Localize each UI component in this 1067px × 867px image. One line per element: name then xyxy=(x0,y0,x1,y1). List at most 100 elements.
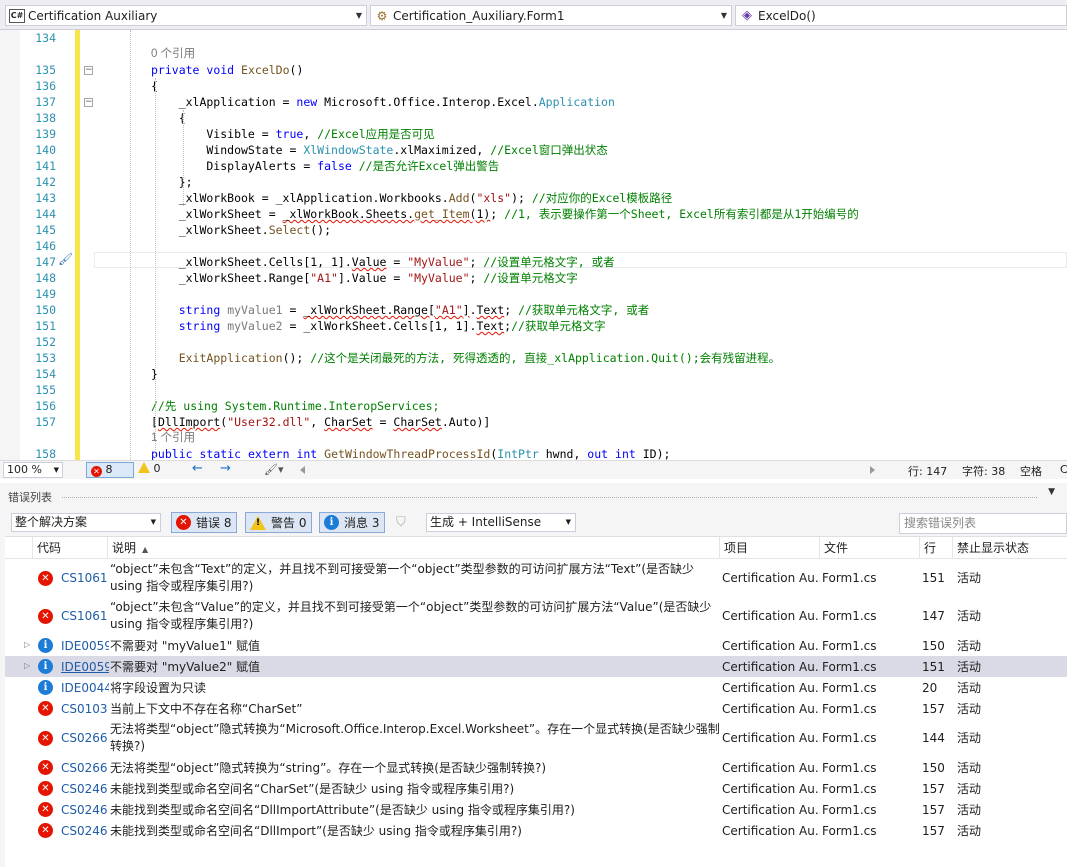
code-line: Visible = true, //Excel应用是否可见 xyxy=(151,127,435,141)
codelens-references[interactable]: 0 个引用 xyxy=(151,46,195,62)
error-list-row[interactable]: ✕ CS0246 未能找到类型或命名空间名“DllImport”(是否缺少 usin… xyxy=(5,820,1067,841)
error-description: 无法将类型“object”隐式转换为“string”。存在一个显式转换(是否缺少… xyxy=(110,760,547,775)
column-header-line[interactable]: 行 xyxy=(919,537,952,559)
code-line: _xlWorkBook = _xlApplication.Workbooks.A… xyxy=(151,191,673,205)
zoom-combo[interactable]: 100 % ▼ xyxy=(3,462,63,478)
whitespace-mode[interactable]: 空格 xyxy=(1020,463,1042,479)
title-divider xyxy=(62,497,1037,498)
error-code-link[interactable]: IDE0044 xyxy=(61,680,109,696)
error-code-link[interactable]: CS1061 xyxy=(61,570,109,586)
outlining-margin[interactable] xyxy=(78,30,94,460)
column-header-file[interactable]: 文件 xyxy=(819,537,919,559)
indent-guide xyxy=(130,30,131,460)
error-project: Certification Au... xyxy=(722,638,820,653)
codelens-references[interactable]: 1 个引用 xyxy=(151,430,195,446)
code-line: _xlWorkSheet.Cells[1, 1].Value = "MyValu… xyxy=(151,255,615,269)
line-number: 138 xyxy=(35,111,56,125)
error-icon: ✕ xyxy=(38,730,53,746)
messages-filter-label: 消息 3 xyxy=(344,516,380,530)
error-code-link[interactable]: IDE0059 xyxy=(61,659,109,675)
error-list-row[interactable]: ✕ CS1061 “object”未包含“Text”的定义，并且找不到可接受第一个“… xyxy=(5,559,1067,597)
filter-funnel-icon[interactable]: ⛉ xyxy=(396,515,406,530)
error-code-link[interactable]: CS0266 xyxy=(61,730,109,746)
error-list-row[interactable]: ✕ CS1061 “object”未包含“Value”的定义，并且找不到可接受第一个… xyxy=(5,597,1067,635)
error-code-link[interactable]: CS1061 xyxy=(61,608,109,624)
warning-icon xyxy=(138,462,150,473)
chevron-down-icon[interactable]: ▼ xyxy=(566,514,571,531)
column-header-suppression-state[interactable]: 禁止显示状态 xyxy=(952,537,1067,559)
collapse-region-icon[interactable]: − xyxy=(84,66,93,75)
error-project: Certification Au... xyxy=(722,823,820,838)
scroll-left-icon[interactable] xyxy=(300,466,305,474)
chevron-down-icon[interactable]: ▼ xyxy=(352,11,366,20)
error-description: 未能找到类型或命名空间名“CharSet”(是否缺少 using 指令或程序集引… xyxy=(110,781,515,796)
horizontal-scrollbar[interactable] xyxy=(300,466,875,474)
line-number: 143 xyxy=(35,191,56,205)
error-list-row[interactable]: ▷ i IDE0059 不需要对 "myValue2" 赋值 Certification… xyxy=(5,656,1067,677)
column-header-project[interactable]: 项目 xyxy=(719,537,819,559)
error-code-link[interactable]: CS0103 xyxy=(61,701,109,717)
error-list-row[interactable]: ✕ CS0266 无法将类型“object”隐式转换为“Microsoft.Offi… xyxy=(5,719,1067,757)
member-combo-text: ExcelDo() xyxy=(758,8,816,23)
error-list-row[interactable]: ✕ CS0266 无法将类型“object”隐式转换为“string”。存在一个显式… xyxy=(5,757,1067,778)
line-number: 154 xyxy=(35,367,56,381)
code-cleanup-brush-icon[interactable]: 🖌▾ xyxy=(264,463,284,476)
project-combo[interactable]: C# Certification Auxiliary ▼ xyxy=(5,5,367,26)
class-combo[interactable]: ⚙ Certification_Auxiliary.Form1 ▼ xyxy=(370,5,732,26)
error-list-row[interactable]: ✕ CS0103 当前上下文中不存在名称“CharSet” Certification… xyxy=(5,698,1067,719)
member-combo[interactable]: ◈ ExcelDo() xyxy=(735,5,1067,26)
line-ending-mode[interactable]: C xyxy=(1060,463,1067,476)
navigate-back-icon[interactable]: ← xyxy=(192,461,203,476)
chevron-down-icon[interactable]: ▼ xyxy=(54,463,59,477)
scope-combo[interactable]: 整个解决方案 ▼ xyxy=(11,513,161,532)
warnings-filter-button[interactable]: 警告 0 xyxy=(245,512,313,533)
chevron-down-icon[interactable]: ▼ xyxy=(717,11,731,20)
warning-count-indicator[interactable]: 0 xyxy=(138,462,161,478)
error-code-link[interactable]: CS0266 xyxy=(61,760,109,776)
error-suppression-state: 活动 xyxy=(957,680,982,695)
column-header-code[interactable]: 代码 xyxy=(32,537,107,559)
quick-actions-brush-icon[interactable]: 🖌 xyxy=(58,252,73,266)
scroll-right-icon[interactable] xyxy=(870,466,875,474)
error-code-link[interactable]: CS0246 xyxy=(61,781,109,797)
error-count-indicator[interactable]: ✕ 8 xyxy=(86,462,134,478)
expand-row-icon[interactable]: ▷ xyxy=(24,640,30,649)
search-error-list-input[interactable]: 搜索错误列表 xyxy=(899,513,1067,534)
error-icon: ✕ xyxy=(176,515,191,530)
error-list-row[interactable]: ▷ i IDE0059 不需要对 "myValue1" 赋值 Certification… xyxy=(5,635,1067,656)
column-header-description[interactable]: 说明 ▲ xyxy=(107,537,719,559)
code-line: string myValue2 = _xlWorkSheet.Cells[1, … xyxy=(178,319,606,333)
navigate-forward-icon[interactable]: → xyxy=(220,461,231,476)
error-line: 157 xyxy=(922,781,945,796)
method-cube-icon: ◈ xyxy=(742,8,752,23)
error-code-link[interactable]: CS0246 xyxy=(61,802,109,818)
error-code-link[interactable]: CS0246 xyxy=(61,823,109,839)
error-list-row[interactable]: ✕ CS0246 未能找到类型或命名空间名“CharSet”(是否缺少 using … xyxy=(5,778,1067,799)
csharp-project-icon: C# xyxy=(9,8,25,23)
error-icon: ✕ xyxy=(38,570,53,586)
error-description: “object”未包含“Value”的定义，并且找不到可接受第一个“object… xyxy=(110,600,712,631)
error-code-link[interactable]: IDE0059 xyxy=(61,638,109,654)
error-list-row[interactable]: ✕ CS0246 未能找到类型或命名空间名“DllImportAttribute”(… xyxy=(5,799,1067,820)
errors-filter-button[interactable]: ✕ 错误 8 xyxy=(171,512,238,533)
error-list-row[interactable]: i IDE0044 将字段设置为只读 Certification Au... Form1… xyxy=(5,677,1067,698)
code-editor[interactable]: 134 135 136 137 138 139 140 141 142 143 144 145 146 1… xyxy=(0,30,1067,460)
line-number: 147 xyxy=(35,255,56,269)
line-number: 148 xyxy=(35,271,56,285)
error-list-window: 错误列表 ▼ 整个解决方案 ▼ ✕ 错误 8 警告 0 i 消息 3 ⛉ 生成 … xyxy=(0,483,1067,867)
window-menu-icon[interactable]: ▼ xyxy=(1048,487,1055,497)
collapse-region-icon[interactable]: − xyxy=(84,98,93,107)
line-number: 144 xyxy=(35,207,56,221)
chevron-down-icon[interactable]: ▼ xyxy=(151,514,156,531)
messages-filter-button[interactable]: i 消息 3 xyxy=(319,512,386,533)
class-combo-text: Certification_Auxiliary.Form1 xyxy=(393,8,565,23)
expand-row-icon[interactable]: ▷ xyxy=(24,661,30,670)
error-file: Form1.cs xyxy=(822,701,877,716)
error-icon: ✕ xyxy=(38,760,53,775)
selection-margin[interactable] xyxy=(0,30,20,460)
code-line: _xlApplication = new Microsoft.Office.In… xyxy=(151,95,615,109)
build-source-combo[interactable]: 生成 + IntelliSense ▼ xyxy=(426,513,576,532)
column-header-code-label: 代码 xyxy=(37,541,62,555)
error-file: Form1.cs xyxy=(822,781,877,796)
class-icon: ⚙ xyxy=(376,8,388,23)
